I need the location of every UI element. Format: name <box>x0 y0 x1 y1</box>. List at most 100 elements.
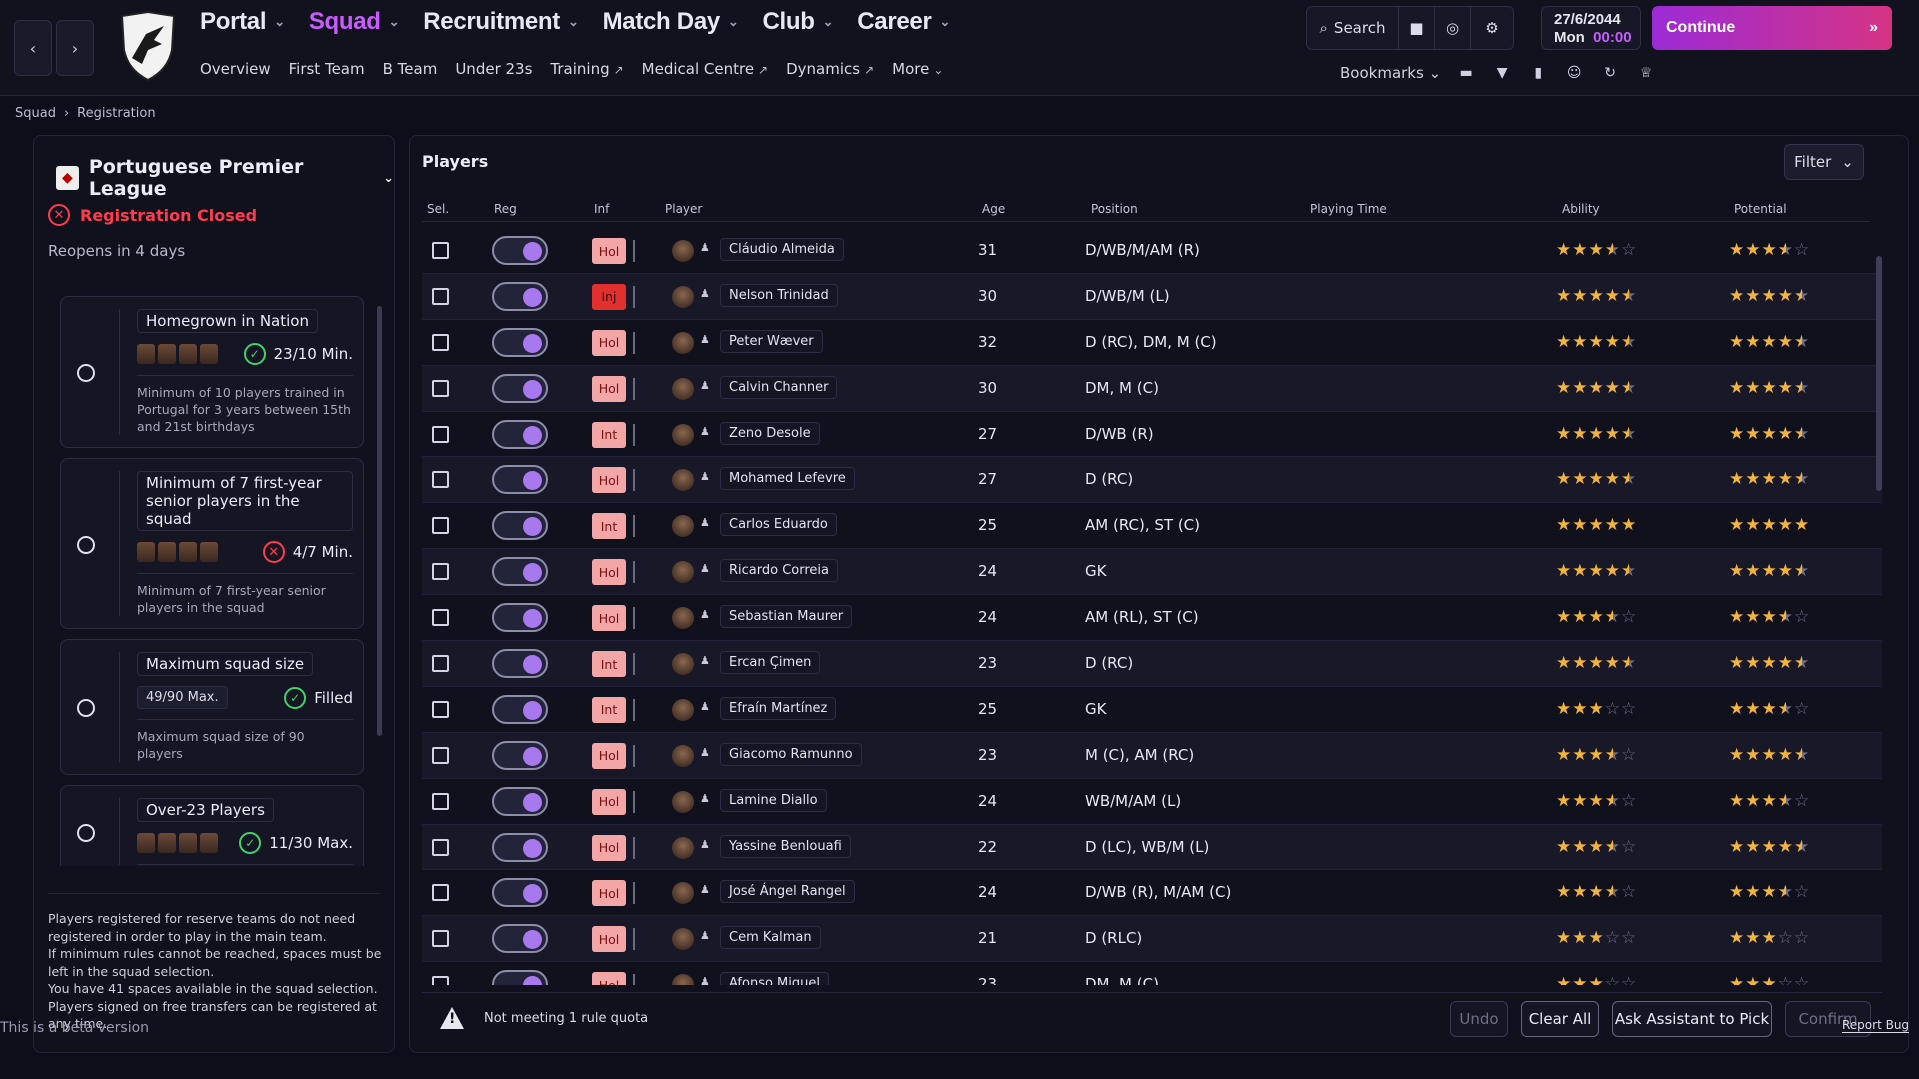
rule-card[interactable]: Homegrown in Nation ✓ 23/10 Min. Minimum of… <box>60 296 364 448</box>
info-badge[interactable]: Hol <box>592 880 626 907</box>
select-checkbox[interactable] <box>432 884 449 902</box>
player-name[interactable]: Zeno Desole <box>720 421 820 445</box>
select-checkbox[interactable] <box>432 287 449 305</box>
column-position[interactable]: Position <box>1091 202 1138 216</box>
column-reg[interactable]: Reg <box>494 202 517 216</box>
undo-button[interactable]: Undo <box>1450 1001 1508 1037</box>
registered-toggle[interactable] <box>492 327 548 357</box>
registered-toggle[interactable] <box>492 649 548 679</box>
clear-all-button[interactable]: Clear All <box>1521 1001 1599 1037</box>
subnav-first-team[interactable]: First Team <box>289 60 365 78</box>
rule-radio[interactable] <box>77 535 95 554</box>
table-row[interactable]: Hol ♟ José Ángel Rangel 24 D/WB (R), M/AM (C… <box>422 870 1882 917</box>
info-badge[interactable]: Int <box>592 421 626 448</box>
player-name[interactable]: Carlos Eduardo <box>720 513 837 537</box>
breadcrumb-squad[interactable]: Squad <box>15 106 56 121</box>
player-face-avatar[interactable] <box>179 344 197 364</box>
table-row[interactable]: Int ♟ Carlos Eduardo 25 AM (RC), ST (C) ★★★★★… <box>422 503 1882 550</box>
tactics-icon[interactable]: ▮ <box>1527 62 1549 84</box>
info-badge[interactable]: Int <box>592 696 626 723</box>
column-potential[interactable]: Potential <box>1734 202 1787 216</box>
player-face-avatar[interactable] <box>137 344 155 364</box>
registered-toggle[interactable] <box>492 786 548 816</box>
select-checkbox[interactable] <box>432 930 449 948</box>
rule-radio[interactable] <box>77 823 95 842</box>
select-checkbox[interactable] <box>432 333 449 351</box>
select-checkbox[interactable] <box>432 838 449 856</box>
registered-toggle[interactable] <box>492 970 548 985</box>
player-name[interactable]: Afonso Miguel <box>720 972 829 985</box>
player-name[interactable]: Yassine Benlouafi <box>720 834 851 858</box>
info-badge[interactable]: Hol <box>592 742 626 769</box>
table-row[interactable]: Int ♟ Ercan Çimen 23 D (RC) ★★★★★ ★★★★★ <box>422 641 1882 687</box>
registered-toggle[interactable] <box>492 878 548 908</box>
player-name[interactable]: Giacomo Ramunno <box>720 742 862 766</box>
table-row[interactable]: Hol ♟ Lamine Diallo 24 WB/M/AM (L) ★★★★☆ ★★★★☆ <box>422 779 1882 825</box>
registered-toggle[interactable] <box>492 236 548 265</box>
subnav-b-team[interactable]: B Team <box>383 60 438 78</box>
info-badge[interactable]: Int <box>592 651 626 678</box>
player-name[interactable]: Ercan Çimen <box>720 651 821 675</box>
subnav-overview[interactable]: Overview <box>200 60 271 78</box>
registered-toggle[interactable] <box>492 694 548 724</box>
table-row[interactable]: Int ♟ Efraín Martínez 25 GK ★★★☆☆ ★★★★☆ <box>422 687 1882 733</box>
info-badge[interactable]: Hol <box>592 329 626 356</box>
rule-card[interactable]: Maximum squad size 49/90 Max. ✓ Filled Maxim… <box>60 639 364 775</box>
registered-toggle[interactable] <box>492 603 548 633</box>
player-avatar[interactable] <box>672 836 694 859</box>
player-name[interactable]: Peter Wæver <box>720 329 823 353</box>
rule-radio[interactable] <box>77 364 95 382</box>
player-avatar[interactable] <box>672 377 694 400</box>
player-name[interactable]: Sebastian Maurer <box>720 605 853 629</box>
info-badge[interactable]: Hol <box>592 467 626 494</box>
player-name[interactable]: Efraín Martínez <box>720 696 837 720</box>
player-name[interactable]: Ricardo Correia <box>720 559 838 583</box>
league-selector[interactable]: ◆ Portuguese Premier League ⌄ <box>56 156 394 200</box>
info-badge[interactable]: Hol <box>592 788 626 815</box>
registered-toggle[interactable] <box>492 465 548 495</box>
info-badge[interactable]: Hol <box>592 926 626 953</box>
select-checkbox[interactable] <box>432 471 449 489</box>
table-row[interactable]: Hol ♟ Sebastian Maurer 24 AM (RL), ST (C) ★★★… <box>422 595 1882 642</box>
back-button[interactable]: ‹ <box>14 20 52 76</box>
player-name[interactable]: Mohamed Lefevre <box>720 467 855 491</box>
nav-portal[interactable]: Portal ⌄ <box>200 8 285 36</box>
nav-squad[interactable]: Squad ⌄ <box>309 8 400 36</box>
select-checkbox[interactable] <box>432 792 449 810</box>
info-badge[interactable]: Hol <box>592 834 626 861</box>
player-avatar[interactable] <box>672 790 694 813</box>
player-avatar[interactable] <box>672 515 694 538</box>
player-name[interactable]: Cem Kalman <box>720 926 821 950</box>
nav-club[interactable]: Club ⌄ <box>763 8 834 36</box>
player-face-avatar[interactable] <box>137 833 155 853</box>
player-face-avatar[interactable] <box>158 833 176 853</box>
refresh-icon[interactable]: ↻ <box>1599 62 1621 84</box>
table-row[interactable]: Hol ♟ Giacomo Ramunno 23 M (C), AM (RC) ★★★★☆… <box>422 732 1882 779</box>
registered-toggle[interactable] <box>492 832 548 862</box>
bookmarks-dropdown[interactable]: Bookmarks ⌄ <box>1340 64 1441 82</box>
player-avatar[interactable] <box>672 561 694 584</box>
table-row[interactable]: Hol ♟ Cem Kalman 21 D (RLC) ★★★☆☆ ★★★☆☆ <box>422 916 1882 963</box>
player-face-avatar[interactable] <box>158 344 176 364</box>
subnav-more[interactable]: More ⌄ <box>892 60 943 78</box>
subnav-training[interactable]: Training ↗ <box>550 60 623 78</box>
table-row[interactable]: Hol ♟ Calvin Channer 30 DM, M (C) ★★★★★ ★★★★★ <box>422 365 1882 412</box>
column-age[interactable]: Age <box>982 202 1005 216</box>
subnav-medical-centre[interactable]: Medical Centre ↗ <box>642 60 768 78</box>
registered-toggle[interactable] <box>492 511 548 541</box>
table-row[interactable]: Hol ♟ Mohamed Lefevre 27 D (RC) ★★★★★ ★★★★★ <box>422 457 1882 504</box>
nav-match-day[interactable]: Match Day ⌄ <box>603 8 739 36</box>
rule-card[interactable]: Minimum of 7 first-year senior players i… <box>60 458 364 629</box>
player-name[interactable]: Cláudio Almeida <box>720 238 844 261</box>
registered-toggle[interactable] <box>492 740 548 770</box>
select-checkbox[interactable] <box>432 425 449 443</box>
table-row[interactable]: Inj ♟ Nelson Trinidad 30 D/WB/M (L) ★★★★★ ★★★★… <box>422 273 1882 320</box>
player-face-avatar[interactable] <box>137 542 155 562</box>
table-row[interactable]: Hol ♟ Peter Wæver 32 D (RC), DM, M (C) ★★★★★ ★… <box>422 320 1882 366</box>
select-checkbox[interactable] <box>432 563 449 581</box>
nav-recruitment[interactable]: Recruitment ⌄ <box>423 8 579 36</box>
table-row[interactable]: Hol ♟ Yassine Benlouafi 22 D (LC), WB/M (L) ★… <box>422 824 1882 871</box>
rule-card[interactable]: Over-23 Players ✓ 11/30 Max. <box>60 785 364 866</box>
table-row[interactable]: Hol ♟ Cláudio Almeida 31 D/WB/M/AM (R) ★★★★☆ ★… <box>422 228 1882 274</box>
select-checkbox[interactable] <box>432 746 449 764</box>
